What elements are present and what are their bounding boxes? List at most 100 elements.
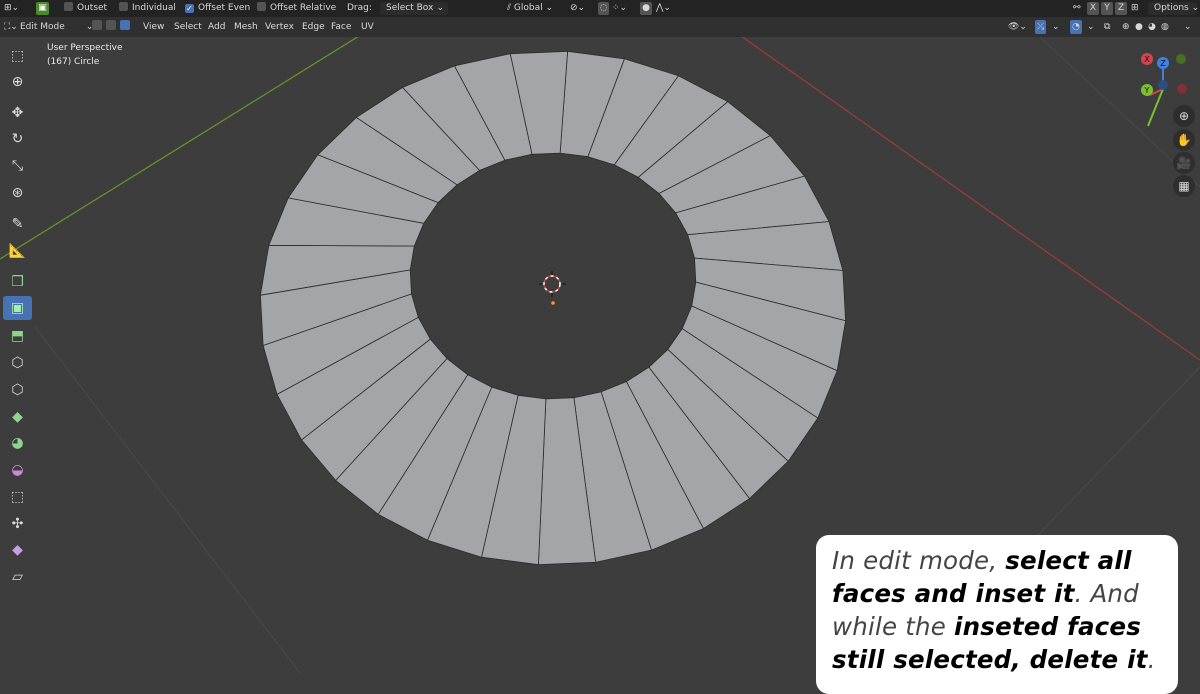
spin-tool[interactable]: ◒ bbox=[3, 458, 32, 482]
shading-dropdown-icon[interactable]: ⌄ bbox=[1184, 17, 1192, 37]
snap-toggle-icon[interactable]: ◌ bbox=[598, 2, 609, 15]
rotate-icon: ↻ bbox=[11, 131, 24, 147]
mode-dropdown[interactable]: Edit Mode ⌄ bbox=[20, 17, 93, 37]
add-cube-tool[interactable]: ❒ bbox=[3, 270, 32, 294]
offset-even-checkbox[interactable]: ✓ Offset Even bbox=[185, 0, 250, 17]
xray-toggle-icon[interactable]: ⧉ bbox=[1104, 17, 1110, 37]
menu-edge[interactable]: Edge bbox=[302, 17, 325, 37]
outset-check-box-icon[interactable] bbox=[64, 2, 73, 11]
zoom-icon[interactable]: ⊕ bbox=[1173, 105, 1195, 127]
shrink-fatten-tool[interactable]: ◆ bbox=[3, 538, 32, 562]
menu-vertex[interactable]: Vertex bbox=[265, 17, 294, 37]
options-dropdown[interactable]: Options ⌄ bbox=[1148, 2, 1199, 15]
pivot-point-dropdown[interactable]: ⊘⌄ bbox=[570, 0, 585, 17]
individual-checkbox[interactable]: Individual bbox=[119, 0, 176, 17]
solid-shading-icon[interactable]: ● bbox=[1135, 17, 1143, 37]
orientation-dropdown[interactable]: ⫽ Global ⌄ bbox=[507, 0, 553, 17]
extrude-region-tool[interactable]: ▣ bbox=[3, 296, 32, 320]
viewport-header: ⛶⌄ Edit Mode ⌄ View Select Add Mesh Vert… bbox=[0, 17, 1200, 37]
poly-build-tool[interactable]: ◕ bbox=[3, 431, 32, 455]
material-shading-icon[interactable]: ◕ bbox=[1148, 17, 1156, 37]
snap-target-dropdown[interactable]: ⁘⌄ bbox=[612, 0, 627, 17]
3d-cursor-icon bbox=[539, 271, 566, 297]
grid-line bbox=[34, 326, 301, 673]
axis-x-toggle[interactable]: X bbox=[1087, 2, 1099, 15]
pan-hand-icon[interactable]: ✋ bbox=[1173, 129, 1195, 151]
gizmo-toggle-icon[interactable]: ⤯ bbox=[1035, 20, 1047, 34]
gizmo-z-label: Z bbox=[1160, 59, 1166, 68]
offset-relative-check-box-icon[interactable] bbox=[257, 2, 266, 11]
gizmo-x-label: X bbox=[1144, 55, 1150, 64]
cursor-icon: ⊕ bbox=[11, 74, 24, 90]
overlays-dropdown-icon[interactable]: ⌄ bbox=[1087, 17, 1095, 37]
spin-icon: ◒ bbox=[11, 462, 24, 478]
camera-view-icon[interactable]: 🎥 bbox=[1173, 152, 1195, 174]
vertex-select-mode-icon[interactable] bbox=[92, 17, 102, 37]
offset-even-check-icon[interactable]: ✓ bbox=[185, 4, 194, 13]
smooth-icon: ⬚ bbox=[10, 489, 25, 505]
measure-tool[interactable]: 📐 bbox=[3, 239, 32, 263]
viewport-perspective-label: User Perspective bbox=[47, 43, 123, 53]
active-tool-icon[interactable]: ▣ bbox=[36, 2, 49, 15]
transform-icon: ⊛ bbox=[11, 185, 24, 201]
annotate-tool[interactable]: ✎ bbox=[3, 212, 32, 236]
cursor-tool[interactable]: ⊕ bbox=[3, 70, 32, 94]
smooth-tool[interactable]: ⬚ bbox=[3, 485, 32, 509]
wireframe-shading-icon[interactable]: ⊕ bbox=[1122, 17, 1130, 37]
viewport-object-label: (167) Circle bbox=[47, 57, 100, 67]
annotate-icon: ✎ bbox=[11, 216, 24, 232]
transform-pivot-icon[interactable]: ⊞⌄ bbox=[4, 0, 19, 17]
edge-slide-tool[interactable]: ✣ bbox=[3, 512, 32, 536]
axis-y-toggle[interactable]: Y bbox=[1101, 2, 1113, 15]
perspective-toggle-icon[interactable]: ▦ bbox=[1173, 175, 1195, 197]
proportional-edit-icon[interactable]: ● bbox=[640, 2, 652, 15]
offset-relative-checkbox[interactable]: Offset Relative bbox=[257, 0, 336, 17]
tutorial-caption: In edit mode, select all faces and inset… bbox=[816, 535, 1178, 694]
menu-mesh[interactable]: Mesh bbox=[234, 17, 258, 37]
extrude-region-icon: ▣ bbox=[10, 300, 25, 316]
select-box-tool[interactable]: ⬚ bbox=[3, 44, 32, 68]
menu-add[interactable]: Add bbox=[208, 17, 225, 37]
menu-select[interactable]: Select bbox=[174, 17, 202, 37]
gizmo-dropdown-icon[interactable]: ⌄ bbox=[1052, 17, 1060, 37]
chevron-down-icon: ⌄ bbox=[545, 3, 554, 13]
individual-check-box-icon[interactable] bbox=[119, 2, 128, 11]
bevel-tool[interactable]: ⬡ bbox=[3, 351, 32, 375]
editor-type-icon[interactable]: ⛶⌄ bbox=[4, 17, 18, 37]
face-select-mode-icon[interactable] bbox=[120, 17, 130, 37]
scale-tool[interactable]: ⤡ bbox=[3, 154, 32, 178]
overlays-toggle-icon[interactable]: ◔ bbox=[1070, 20, 1082, 34]
edge-select-mode-icon[interactable] bbox=[106, 17, 116, 37]
mirror-icon[interactable]: ⚯ bbox=[1073, 0, 1081, 17]
falloff-icon[interactable]: ⋀⌄ bbox=[656, 0, 671, 17]
select-box-icon: ⬚ bbox=[10, 48, 25, 64]
rotate-tool[interactable]: ↻ bbox=[3, 127, 32, 151]
caption-text-1: In edit mode, bbox=[832, 546, 1006, 575]
menu-view[interactable]: View bbox=[143, 17, 164, 37]
poly-build-icon: ◕ bbox=[11, 435, 24, 451]
rendered-shading-icon[interactable]: ◍ bbox=[1161, 17, 1169, 37]
caption-text-5: . bbox=[1147, 645, 1156, 674]
transform-tool[interactable]: ⊛ bbox=[3, 181, 32, 205]
bevel-icon: ⬡ bbox=[11, 355, 24, 371]
visibility-dropdown[interactable]: 👁⌄ bbox=[1008, 17, 1027, 37]
shrink-fatten-icon: ◆ bbox=[12, 542, 23, 558]
move-icon: ✥ bbox=[11, 105, 24, 121]
topology-mirror-icon[interactable]: ⊞ bbox=[1131, 0, 1139, 17]
loop-cut-tool[interactable]: ⬡ bbox=[3, 378, 32, 402]
object-origin-icon bbox=[551, 301, 555, 305]
axis-z-toggle[interactable]: Z bbox=[1115, 2, 1127, 15]
shear-tool[interactable]: ▱ bbox=[3, 565, 32, 589]
ring-mesh[interactable] bbox=[259, 50, 847, 566]
chevron-down-icon: ⌄ bbox=[436, 3, 444, 13]
scale-icon: ⤡ bbox=[11, 158, 24, 174]
outset-checkbox[interactable]: Outset bbox=[64, 0, 107, 17]
move-tool[interactable]: ✥ bbox=[3, 101, 32, 125]
menu-face[interactable]: Face bbox=[331, 17, 351, 37]
inset-faces-tool[interactable]: ⬒ bbox=[3, 324, 32, 348]
drag-select-dropdown[interactable]: Select Box ⌄ bbox=[380, 2, 448, 15]
add-cube-icon: ❒ bbox=[11, 274, 24, 290]
knife-tool[interactable]: ◆ bbox=[3, 405, 32, 429]
3d-viewport[interactable]: X Z Y User Perspective (167) Circle ⬚ ⊕ … bbox=[0, 37, 1200, 694]
menu-uv[interactable]: UV bbox=[361, 17, 374, 37]
